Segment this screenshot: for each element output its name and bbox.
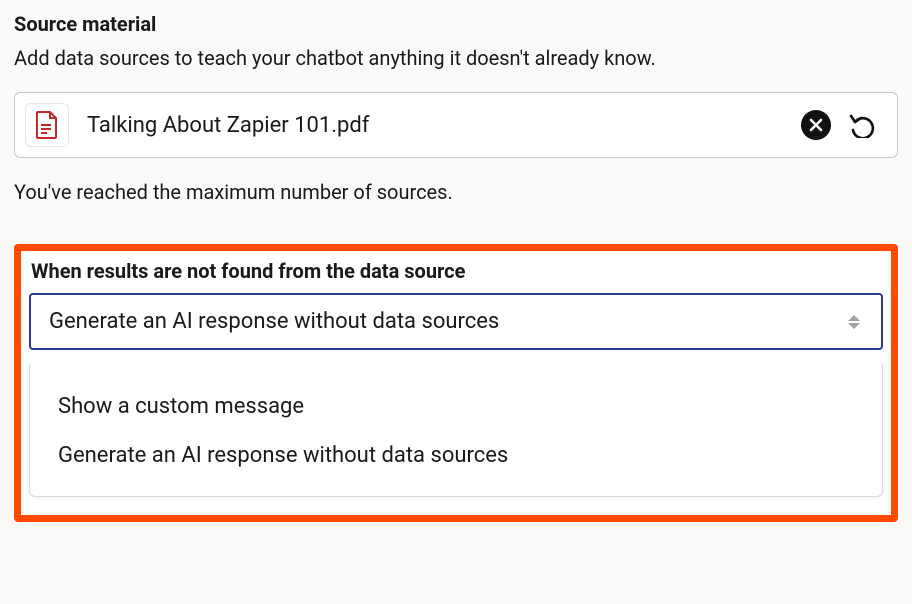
undo-button[interactable]: [847, 108, 881, 142]
source-file-row: Talking About Zapier 101.pdf: [14, 92, 898, 158]
source-file-name: Talking About Zapier 101.pdf: [87, 113, 785, 138]
undo-icon: [849, 112, 879, 138]
fallback-highlight-box: When results are not found from the data…: [14, 244, 898, 522]
pdf-file-icon: [25, 103, 69, 147]
source-material-description: Add data sources to teach your chatbot a…: [14, 46, 898, 70]
close-circle-icon: [801, 110, 831, 140]
source-material-title: Source material: [14, 12, 898, 36]
fallback-select[interactable]: Generate an AI response without data sou…: [29, 293, 883, 350]
fallback-option-ai-response[interactable]: Generate an AI response without data sou…: [30, 431, 882, 480]
remove-source-button[interactable]: [799, 108, 833, 142]
max-sources-message: You've reached the maximum number of sou…: [14, 180, 898, 204]
fallback-dropdown: Show a custom message Generate an AI res…: [29, 364, 883, 497]
select-caret-icon: [845, 311, 863, 333]
fallback-option-custom-message[interactable]: Show a custom message: [30, 382, 882, 431]
fallback-field-label: When results are not found from the data…: [31, 259, 883, 283]
fallback-select-value: Generate an AI response without data sou…: [49, 309, 499, 334]
